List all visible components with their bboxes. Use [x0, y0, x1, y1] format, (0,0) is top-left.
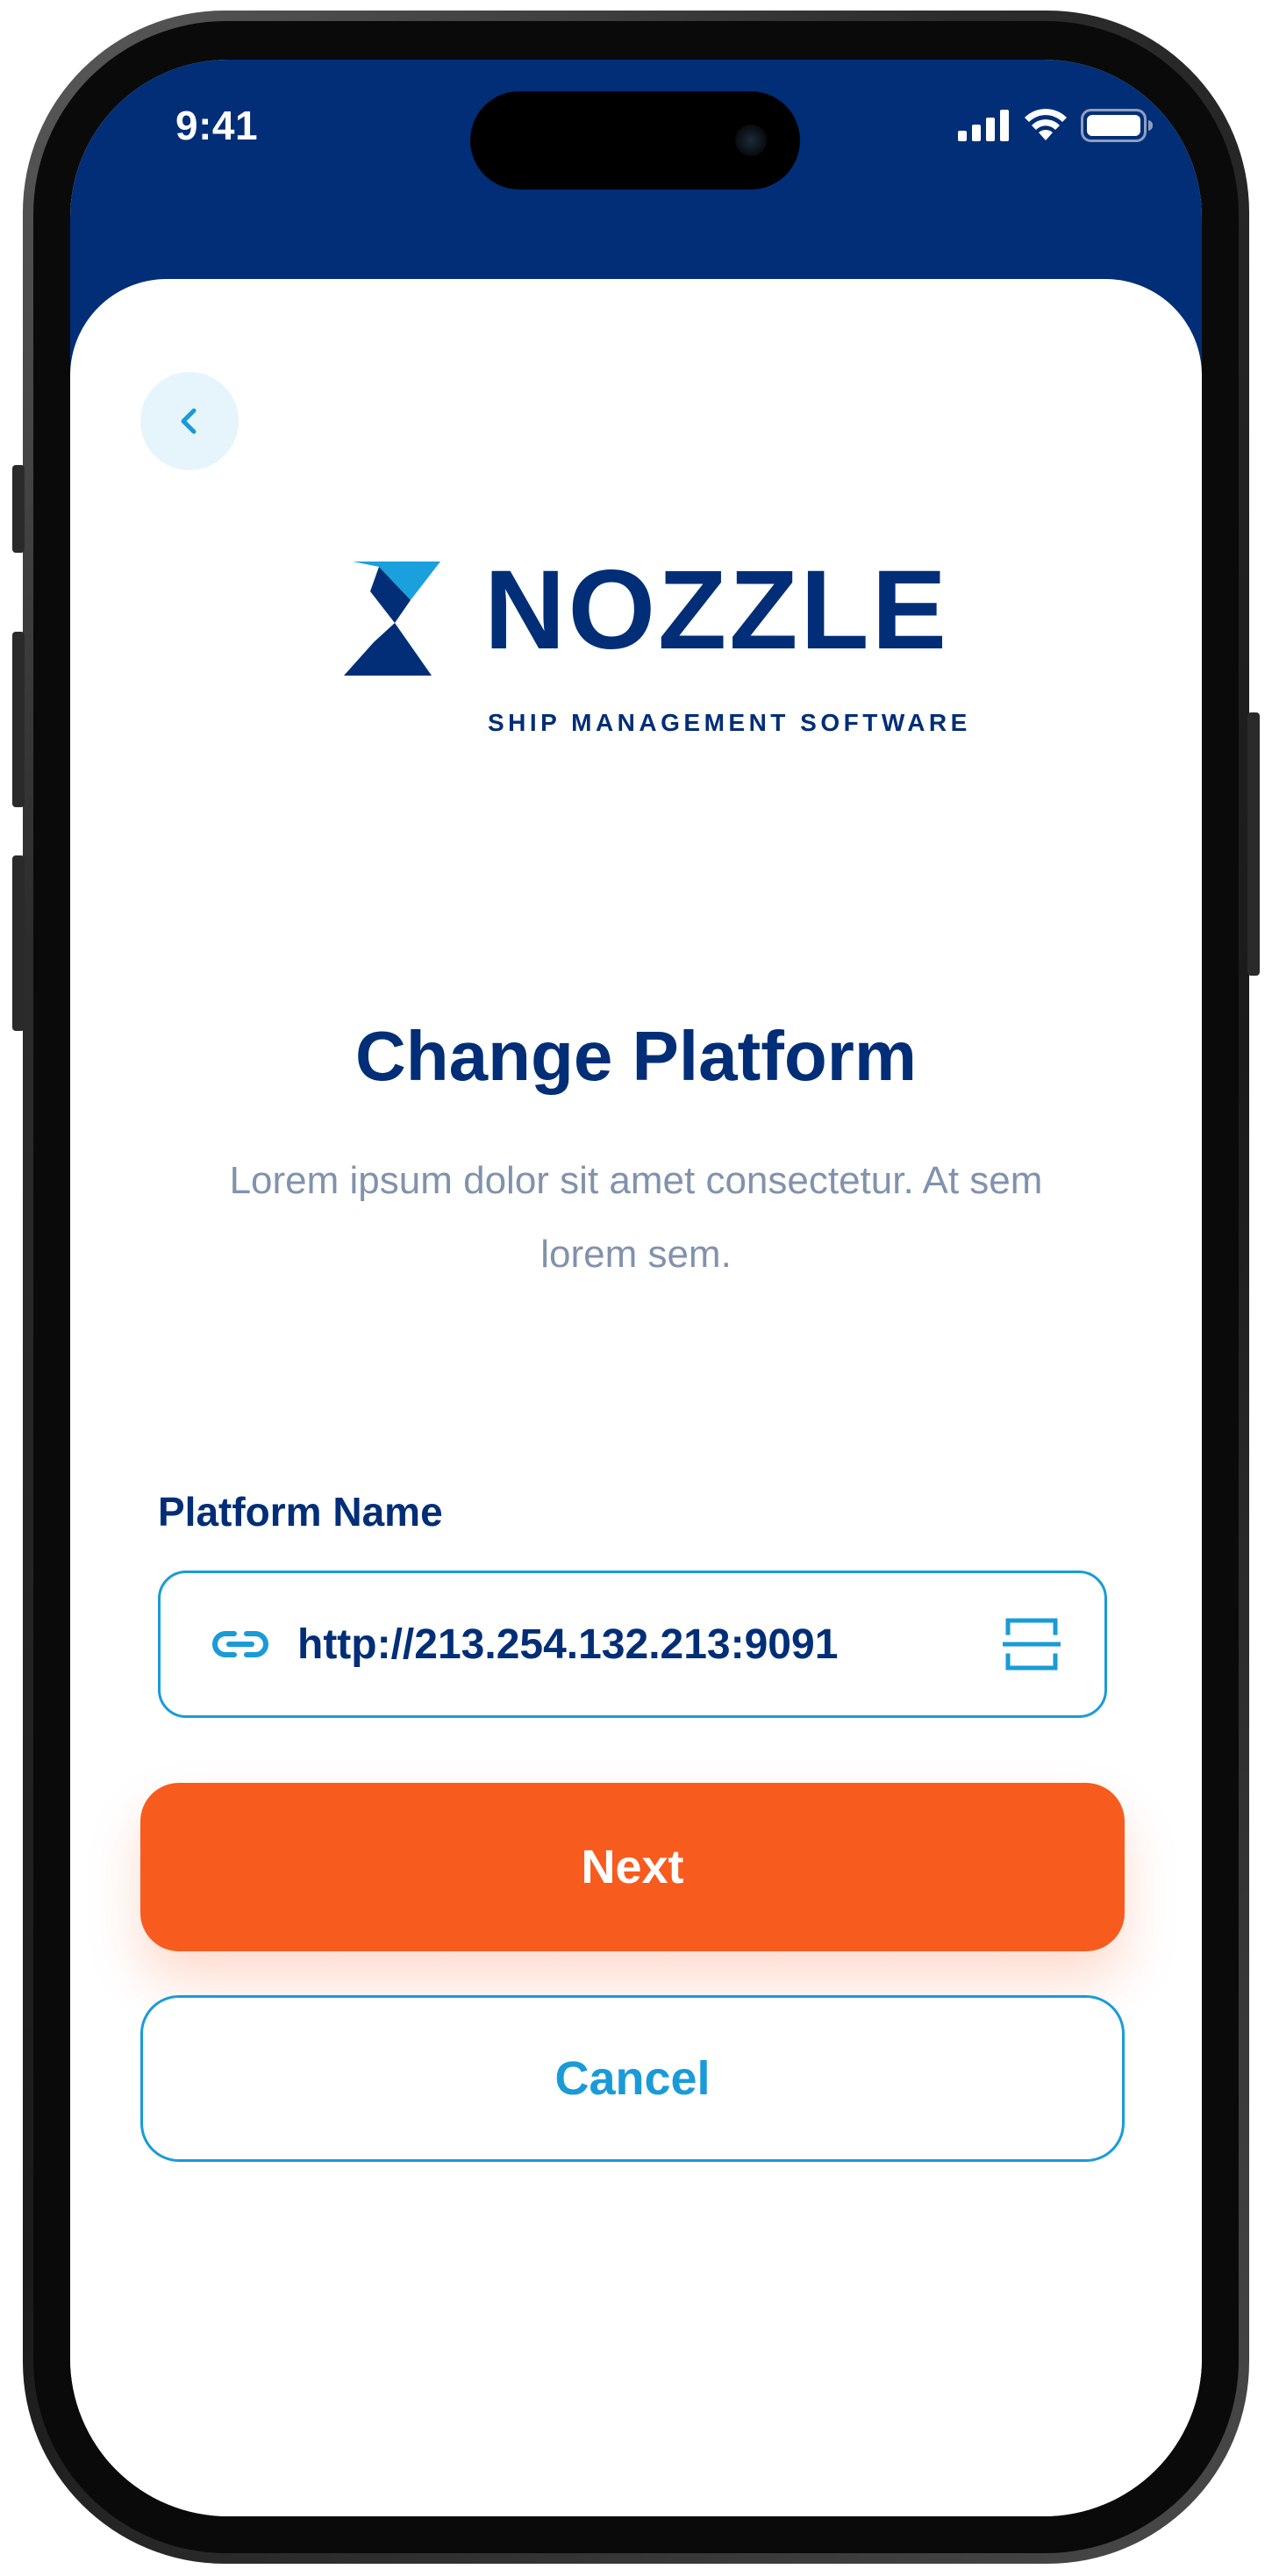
next-button[interactable]: Next — [140, 1783, 1125, 1951]
page-description: Lorem ipsum dolor sit amet consectetur. … — [229, 1159, 1043, 1276]
power-button — [1247, 712, 1260, 976]
logo-mark-icon — [344, 562, 440, 676]
platform-name-input[interactable] — [297, 1620, 1003, 1669]
dynamic-island — [470, 91, 800, 190]
status-icons — [958, 109, 1154, 142]
cancel-button[interactable]: Cancel — [140, 1995, 1125, 2162]
logo-wordmark: NOZZLE — [484, 547, 949, 673]
volume-up-button — [12, 632, 25, 807]
platform-name-label: Platform Name — [158, 1489, 443, 1535]
page-title: Change Platform — [354, 1017, 918, 1095]
link-icon — [210, 1627, 271, 1662]
screen: 9:41 NOZZLE SHIP MANAGEMENT SOFTWARE Cha… — [70, 60, 1202, 2516]
platform-name-field[interactable] — [158, 1571, 1107, 1718]
volume-down-button — [12, 855, 25, 1031]
logo-tagline: SHIP MANAGEMENT SOFTWARE — [488, 709, 971, 736]
chevron-left-icon — [181, 408, 197, 434]
cellular-signal-icon — [958, 110, 1009, 141]
nozzle-logo: NOZZLE SHIP MANAGEMENT SOFTWARE — [344, 555, 967, 737]
wifi-icon — [1025, 109, 1067, 140]
mute-switch — [12, 465, 25, 553]
status-time: 9:41 — [175, 103, 259, 148]
back-button[interactable] — [140, 372, 239, 470]
scan-icon[interactable] — [1003, 1615, 1061, 1673]
battery-icon — [1081, 109, 1153, 142]
camera-icon — [735, 125, 767, 156]
